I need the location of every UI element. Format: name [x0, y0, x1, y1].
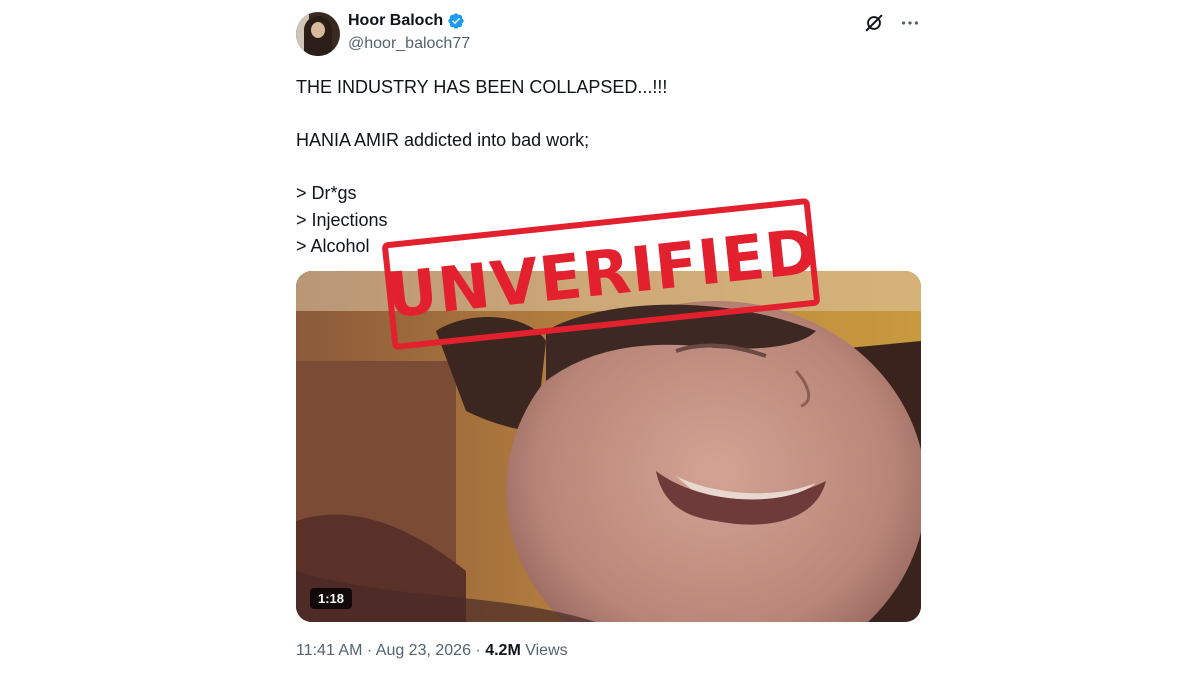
author-handle[interactable]: @hoor_baloch77: [348, 35, 470, 53]
views-count: 4.2M: [485, 642, 521, 659]
video-duration-badge: 1:18: [310, 588, 353, 609]
more-icon[interactable]: [899, 12, 921, 34]
avatar-face: [311, 22, 325, 38]
tweet-time[interactable]: 11:41 AM: [296, 642, 362, 659]
verified-badge-icon[interactable]: [447, 12, 465, 30]
meta-separator: ·: [366, 642, 373, 659]
meta-separator: ·: [475, 642, 481, 659]
tweet: Hoor Baloch @hoor_baloch77 THE INDUSTRY …: [296, 0, 921, 675]
tweet-line: HANIA AMIR addicted into bad work;: [296, 130, 590, 150]
avatar[interactable]: [296, 12, 340, 56]
views-label: Views: [525, 642, 568, 659]
tweet-line: > Dr*gs: [296, 183, 357, 203]
tweet-line: THE INDUSTRY HAS BEEN COLLAPSED...!!!: [296, 77, 668, 97]
grok-icon[interactable]: [863, 12, 885, 34]
author-name-row: Hoor Baloch: [348, 12, 465, 30]
author-display-name[interactable]: Hoor Baloch: [348, 12, 443, 30]
tweet-meta: 11:41 AM · Aug 23, 2026 · 4.2M Views: [296, 642, 568, 660]
header-actions: [863, 12, 921, 34]
tweet-date[interactable]: Aug 23, 2026: [376, 642, 471, 659]
